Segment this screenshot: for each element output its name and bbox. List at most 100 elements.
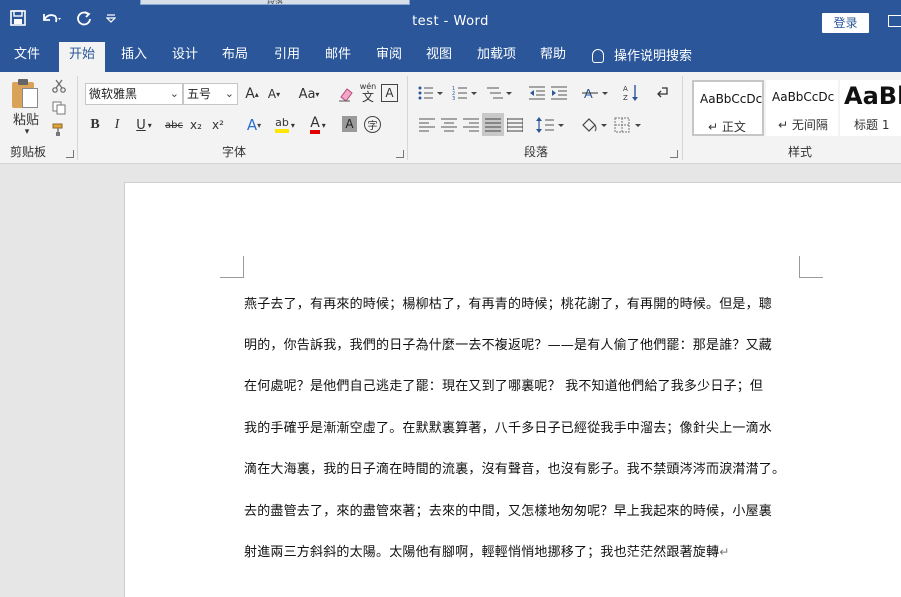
font-size-select[interactable]: 五号 ⌄	[183, 83, 238, 105]
tab-help[interactable]: 帮助	[540, 42, 566, 72]
enclose-characters-button[interactable]: 字	[364, 116, 381, 133]
increase-indent-icon[interactable]	[550, 84, 568, 102]
tab-review[interactable]: 审阅	[376, 42, 402, 72]
style-no-spacing-sample: AaBbCcDc	[772, 90, 834, 104]
document-line-text: 射進兩三方斜斜的太陽。太陽他有腳啊，輕輕悄悄地挪移了；我也茫茫然跟著旋轉	[244, 545, 720, 560]
copy-icon[interactable]	[50, 100, 68, 116]
tab-references[interactable]: 引用	[274, 42, 300, 72]
clipboard-launcher-icon[interactable]	[66, 150, 74, 158]
clipboard-group-label: 剪贴板	[10, 145, 47, 159]
lightbulb-icon	[592, 49, 604, 63]
numbering-icon[interactable]: 123	[452, 84, 480, 102]
paragraph-mark: ↵	[719, 545, 730, 559]
borders-icon[interactable]	[614, 115, 644, 135]
font-name-select[interactable]: 微软雅黑 ⌄	[85, 83, 183, 105]
tell-me-label: 操作说明搜索	[614, 49, 693, 64]
style-heading-1-sample: AaBb	[844, 82, 901, 110]
document-line[interactable]: 我的手確乎是漸漸空虛了。在默默裏算著，八千多日子已經從我手中溜去；像針尖上一滴水	[244, 417, 804, 436]
paragraph-group-label: 段落	[524, 145, 549, 159]
shrink-font-button[interactable]: A ▾	[266, 84, 282, 104]
paste-icon[interactable]	[12, 78, 40, 108]
ghost-group-tab: 段落	[140, 0, 410, 5]
tab-insert[interactable]: 插入	[121, 42, 147, 72]
style-normal-sample: AaBbCcDc	[700, 92, 762, 106]
shading-icon[interactable]	[580, 115, 610, 135]
phonetic-guide-button[interactable]: wén 文	[358, 80, 378, 104]
decrease-indent-icon[interactable]	[528, 84, 546, 102]
tab-design[interactable]: 设计	[172, 42, 198, 72]
font-name-value: 微软雅黑	[89, 87, 138, 101]
cut-icon[interactable]	[50, 78, 68, 94]
tab-view[interactable]: 视图	[426, 42, 452, 72]
character-border-button[interactable]: A	[381, 84, 398, 102]
style-normal[interactable]: AaBbCcDc ↵ 正文	[692, 80, 764, 136]
tab-layout[interactable]: 布局	[222, 42, 248, 72]
group-divider	[407, 76, 408, 160]
login-button[interactable]: 登录	[822, 13, 869, 33]
format-painter-icon[interactable]	[50, 122, 68, 138]
document-area: 燕子去了，有再來的時候；楊柳枯了，有再青的時候；桃花謝了，有再開的時候。但是，聰…	[0, 165, 901, 597]
document-line[interactable]: 滴在大海裏，我的日子滴在時間的流裏，沒有聲音，也沒有影子。我不禁頭涔涔而淚潸潸了…	[244, 458, 804, 477]
change-case-button[interactable]: Aa ▾	[294, 84, 324, 104]
multilevel-list-icon[interactable]	[486, 84, 514, 102]
font-color-button[interactable]: A ▾	[306, 115, 330, 135]
italic-button[interactable]: I	[110, 116, 124, 134]
tab-file[interactable]: 文件	[14, 42, 40, 72]
crop-mark-right	[799, 256, 823, 278]
bullets-icon[interactable]	[418, 84, 446, 102]
document-title: test - Word	[412, 14, 489, 29]
crop-mark-left	[220, 256, 244, 278]
style-no-spacing-name: ↵ 无间隔	[778, 118, 828, 132]
font-size-value: 五号	[187, 87, 212, 101]
align-center-icon[interactable]	[440, 116, 458, 134]
asian-layout-icon[interactable]: A	[582, 84, 610, 102]
tab-addins[interactable]: 加载项	[477, 42, 516, 72]
paste-dropdown-icon[interactable]: ▾	[22, 127, 32, 137]
character-shading-button[interactable]: A	[342, 116, 357, 132]
highlight-label: ab	[275, 117, 289, 133]
underline-button[interactable]: U ▾	[132, 116, 156, 134]
distributed-icon[interactable]	[506, 116, 524, 134]
font-group-label: 字体	[222, 145, 247, 159]
font-launcher-icon[interactable]	[396, 150, 404, 158]
document-line-last[interactable]: 射進兩三方斜斜的太陽。太陽他有腳啊，輕輕悄悄地挪移了；我也茫茫然跟著旋轉↵	[244, 541, 804, 560]
document-line[interactable]: 燕子去了，有再來的時候；楊柳枯了，有再青的時候；桃花謝了，有再開的時候。但是，聰	[244, 293, 804, 312]
title-bar: 段落 test - Word 登录	[0, 0, 901, 42]
line-spacing-icon[interactable]	[536, 116, 566, 134]
tab-home[interactable]: 开始	[59, 42, 106, 72]
highlight-button[interactable]: ab ▾	[273, 115, 297, 135]
subscript-button[interactable]: x₂	[188, 116, 204, 134]
paragraph-launcher-icon[interactable]	[670, 150, 678, 158]
superscript-button[interactable]: x²	[210, 116, 226, 134]
show-hide-marks-icon[interactable]	[654, 84, 670, 102]
grow-font-label: A	[245, 86, 255, 102]
phonetic-bottom-label: 文	[361, 90, 374, 104]
align-right-icon[interactable]	[462, 116, 480, 134]
tab-mailings[interactable]: 邮件	[325, 42, 351, 72]
ribbon: 粘贴 ▾ 剪贴板 微软雅黑 ⌄ 五号 ⌄ A ▴ A ▾ Aa ▾ wén 文 …	[0, 72, 901, 164]
paste-button[interactable]: 粘贴	[12, 110, 40, 128]
style-no-spacing[interactable]: AaBbCcDc ↵ 无间隔	[766, 80, 838, 136]
document-page[interactable]: 燕子去了，有再來的時候；楊柳枯了，有再青的時候；桃花謝了，有再開的時候。但是，聰…	[124, 182, 901, 597]
clear-formatting-icon[interactable]	[337, 84, 355, 104]
justify-icon[interactable]	[482, 113, 504, 136]
document-line[interactable]: 在何處呢？是他們自己逃走了罷：現在又到了哪裏呢？ 我不知道他們給了我多少日子；但	[244, 375, 804, 394]
align-left-icon[interactable]	[418, 116, 436, 134]
shrink-font-label: A	[267, 87, 277, 101]
style-normal-name: ↵ 正文	[708, 120, 746, 134]
document-line[interactable]: 明的，你告訴我，我們的日子為什麼一去不複返呢？——是有人偷了他們罷：那是誰？又藏	[244, 334, 804, 353]
styles-group-label: 样式	[788, 145, 813, 159]
ribbon-display-options-icon[interactable]	[888, 15, 901, 27]
tell-me-search[interactable]: 操作说明搜索	[592, 42, 692, 72]
grow-font-button[interactable]: A ▴	[244, 84, 260, 104]
document-line[interactable]: 去的盡管去了，來的盡管來著；去來的中間，又怎樣地匆匆呢？早上我起來的時候，小屋裏	[244, 500, 804, 519]
strikethrough-button[interactable]: abc	[164, 116, 184, 134]
group-divider	[77, 76, 78, 160]
bold-button[interactable]: B	[88, 116, 102, 134]
style-heading-1[interactable]: AaBb 标题 1	[840, 80, 901, 136]
sort-icon[interactable]: AZ	[622, 82, 640, 104]
group-divider	[682, 76, 683, 160]
svg-text:3: 3	[452, 96, 455, 101]
change-case-label: Aa	[298, 86, 316, 102]
text-effects-button[interactable]: A ▾	[240, 115, 268, 135]
